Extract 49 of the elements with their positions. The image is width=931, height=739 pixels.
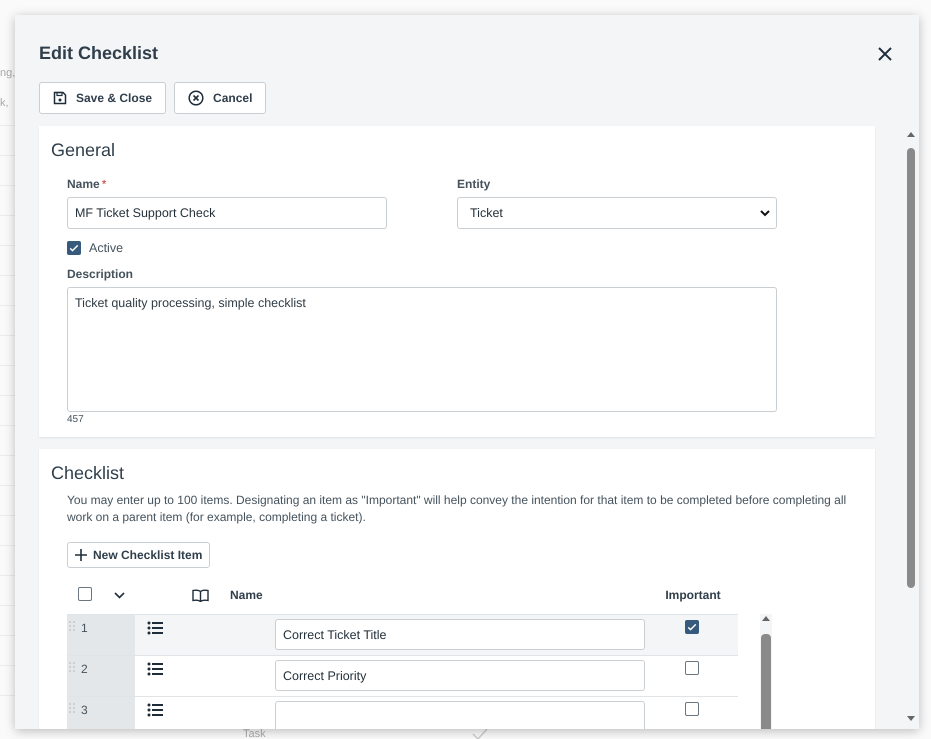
- item-name-field[interactable]: Correct Ticket Title: [275, 619, 645, 650]
- active-checkbox[interactable]: [67, 241, 81, 255]
- character-counter: 457: [67, 414, 85, 425]
- new-item-button[interactable]: New Checklist Item: [67, 542, 210, 568]
- close-icon[interactable]: [877, 46, 893, 62]
- save-icon: [53, 91, 67, 105]
- scrollbar[interactable]: [760, 614, 772, 729]
- cancel-button[interactable]: Cancel: [174, 82, 266, 114]
- entity-dropdown[interactable]: Ticket: [457, 197, 777, 229]
- cancel-icon: [188, 90, 204, 106]
- field-label: Entity: [457, 177, 492, 191]
- scroll-up-icon[interactable]: [907, 132, 915, 137]
- background-text: k,: [0, 97, 9, 109]
- list-icon[interactable]: [147, 621, 163, 635]
- section-title: General: [51, 140, 116, 161]
- drag-handle-icon[interactable]: [69, 621, 75, 633]
- item-name-field[interactable]: [275, 701, 645, 729]
- checkmark-icon: [472, 728, 488, 739]
- row-number: 3: [81, 703, 88, 717]
- item-name-field[interactable]: Correct Priority: [275, 660, 645, 691]
- description-field[interactable]: Ticket quality processing, simple checklist: [67, 287, 777, 412]
- save-close-button[interactable]: Save & Close: [39, 82, 166, 114]
- background-text: Task: [243, 728, 266, 739]
- select-all-checkbox[interactable]: [78, 586, 92, 600]
- list-icon[interactable]: [147, 662, 163, 676]
- drag-handle-icon[interactable]: [69, 703, 75, 715]
- important-checkbox[interactable]: [684, 702, 698, 716]
- section-title: Checklist: [51, 463, 126, 484]
- field-label: Name *: [67, 177, 108, 191]
- field-label: Description: [67, 267, 134, 281]
- chevron-down-icon[interactable]: [760, 210, 770, 216]
- row-number: 1: [81, 621, 88, 635]
- checklist-note: You may enter up to 100 items. Designating an item as "Important" will help convey the intention for that item to be completed before completing all work on a parent item (for example, completing a ticket).: [67, 492, 847, 526]
- checkbox-label: Active: [89, 241, 124, 255]
- important-checkbox[interactable]: [684, 620, 698, 634]
- row-number: 2: [81, 662, 88, 676]
- book-icon: [192, 588, 209, 602]
- scroll-up-icon[interactable]: [762, 616, 770, 621]
- column-header: Name: [230, 588, 264, 602]
- chevron-down-icon[interactable]: [114, 592, 125, 599]
- name-field[interactable]: MF Ticket Support Check: [67, 197, 387, 229]
- drag-handle-icon[interactable]: [69, 662, 75, 674]
- important-checkbox[interactable]: [684, 661, 698, 675]
- background-text: ng,: [0, 67, 16, 79]
- dialog-title: Edit Checklist: [39, 43, 158, 64]
- scroll-down-icon[interactable]: [907, 716, 915, 721]
- list-icon[interactable]: [147, 703, 163, 717]
- plus-icon: [75, 549, 87, 561]
- column-header: Important: [664, 588, 722, 602]
